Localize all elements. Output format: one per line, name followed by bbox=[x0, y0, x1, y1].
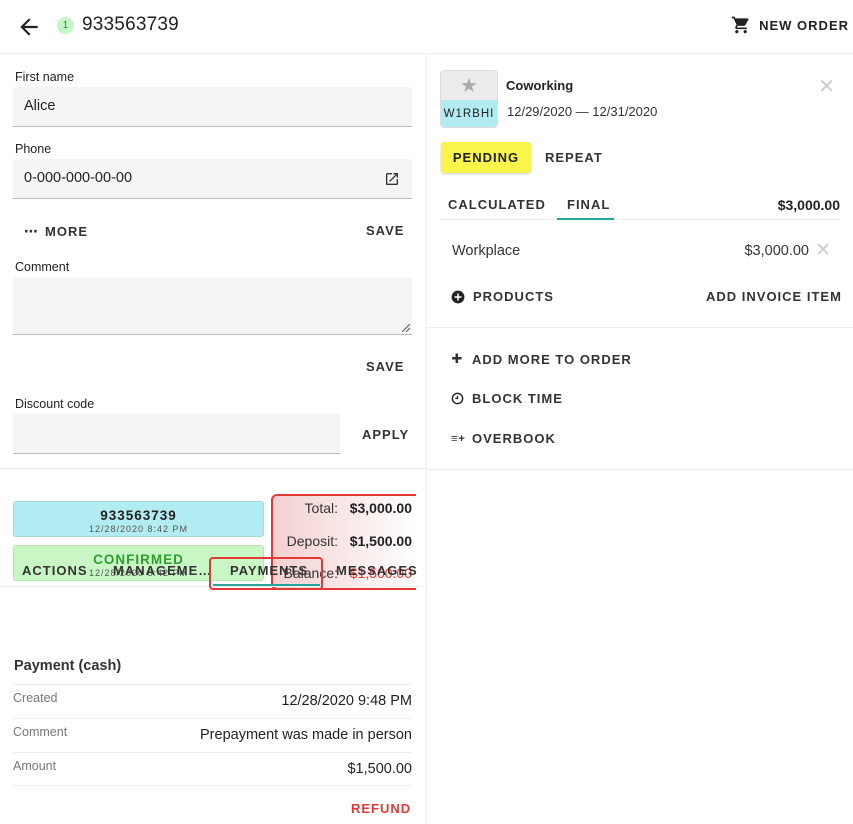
price-total: $3,000.00 bbox=[777, 197, 840, 213]
first-name-label: First name bbox=[15, 70, 75, 84]
cart-icon bbox=[731, 16, 749, 34]
payment-row-label: Created bbox=[13, 691, 58, 705]
refund-button[interactable]: REFUND bbox=[351, 801, 411, 816]
more-label: MORE bbox=[45, 224, 88, 239]
deposit-value: $1,500.00 bbox=[349, 533, 412, 549]
resize-handle-icon[interactable] bbox=[402, 324, 410, 332]
more-button[interactable]: ⋯ MORE bbox=[24, 223, 88, 240]
payment-row-value: 12/28/2020 9:48 PM bbox=[281, 693, 412, 709]
service-thumbnail[interactable]: ★ W1RBHI bbox=[440, 70, 498, 128]
divider bbox=[427, 327, 853, 328]
discount-code-field[interactable] bbox=[13, 414, 340, 454]
total-value: $3,000.00 bbox=[349, 500, 412, 516]
comment-label: Comment bbox=[15, 260, 70, 274]
tab-calculated[interactable]: CALCULATED bbox=[448, 197, 546, 212]
service-code: W1RBHI bbox=[441, 100, 497, 127]
total-label: Total: bbox=[304, 500, 338, 516]
add-more-to-order-button[interactable]: ✚ ADD MORE TO ORDER bbox=[451, 351, 632, 367]
save-button[interactable]: SAVE bbox=[366, 223, 404, 238]
action-label: ADD MORE TO ORDER bbox=[472, 351, 632, 367]
divider bbox=[427, 469, 853, 470]
pending-status-button[interactable]: PENDING bbox=[441, 142, 531, 173]
tab-messages[interactable]: MESSAGES bbox=[336, 563, 418, 578]
action-label: BLOCK TIME bbox=[472, 391, 563, 406]
comment-field[interactable] bbox=[13, 277, 412, 335]
products-label: PRODUCTS bbox=[473, 289, 554, 304]
line-item-name: Workplace bbox=[452, 243, 521, 259]
order-date-text: 12/28/2020 8:42 PM bbox=[88, 524, 189, 534]
order-count-badge: 1 bbox=[57, 17, 74, 34]
tab-highlight-outline bbox=[209, 557, 323, 590]
star-icon: ★ bbox=[441, 71, 497, 100]
plus-circle-icon bbox=[451, 290, 465, 303]
deposit-label: Deposit: bbox=[286, 533, 338, 549]
payment-title: Payment (cash) bbox=[14, 658, 122, 674]
payment-row-value: $1,500.00 bbox=[347, 761, 412, 777]
price-tabs: CALCULATED FINAL $3,000.00 bbox=[440, 188, 840, 220]
block-time-button[interactable]: BLOCK TIME bbox=[451, 391, 563, 406]
order-number-text: 933563739 bbox=[100, 508, 177, 523]
phone-value: 0-000-000-00-00 bbox=[24, 170, 133, 186]
page-title: 933563739 bbox=[82, 14, 179, 35]
payment-row-value: Prepayment was made in person bbox=[200, 727, 412, 743]
tab-final[interactable]: FINAL bbox=[567, 197, 610, 212]
order-number-badge: 933563739 12/28/2020 8:42 PM bbox=[13, 501, 264, 537]
repeat-button[interactable]: REPEAT bbox=[545, 150, 603, 165]
dots-icon: ⋯ bbox=[24, 223, 39, 239]
overbook-button[interactable]: ≡+ OVERBOOK bbox=[451, 431, 556, 446]
remove-item-icon[interactable]: ✕ bbox=[815, 239, 831, 262]
payment-row-label: Amount bbox=[13, 759, 57, 773]
discount-label: Discount code bbox=[15, 397, 95, 411]
tab-management[interactable]: MANAGEME… bbox=[113, 563, 212, 578]
service-dates: 12/29/2020 — 12/31/2020 bbox=[507, 104, 658, 119]
new-order-label: NEW ORDER bbox=[759, 17, 849, 33]
payment-row-created: Created 12/28/2020 9:48 PM bbox=[13, 684, 412, 718]
deposit-row: Deposit: $1,500.00 bbox=[287, 533, 412, 549]
products-button[interactable]: PRODUCTS bbox=[451, 289, 554, 304]
plus-icon: ✚ bbox=[451, 351, 464, 366]
action-label: OVERBOOK bbox=[472, 431, 556, 446]
new-order-button[interactable]: NEW ORDER bbox=[731, 15, 849, 35]
first-name-field[interactable]: Alice bbox=[13, 87, 412, 127]
clock-icon bbox=[451, 392, 464, 405]
total-row: Total: $3,000.00 bbox=[305, 500, 412, 516]
payment-row-comment: Comment Prepayment was made in person bbox=[13, 718, 412, 752]
top-bar: 1 933563739 NEW ORDER bbox=[0, 0, 853, 54]
divider bbox=[0, 468, 427, 469]
active-price-tab-indicator bbox=[557, 218, 614, 220]
close-icon[interactable]: ✕ bbox=[818, 74, 835, 99]
phone-field[interactable]: 0-000-000-00-00 bbox=[13, 159, 412, 199]
tab-actions[interactable]: ACTIONS bbox=[22, 563, 88, 578]
comment-save-button[interactable]: SAVE bbox=[366, 359, 404, 374]
external-link-icon[interactable] bbox=[384, 171, 400, 187]
line-item-price: $3,000.00 bbox=[744, 243, 809, 259]
overbook-icon: ≡+ bbox=[451, 432, 466, 445]
arrow-left-icon[interactable] bbox=[16, 14, 42, 40]
payment-row-amount: Amount $1,500.00 bbox=[13, 752, 412, 786]
phone-label: Phone bbox=[15, 142, 52, 156]
payment-row-label: Comment bbox=[13, 725, 68, 739]
apply-button[interactable]: APPLY bbox=[362, 427, 409, 442]
service-name: Coworking bbox=[506, 78, 574, 93]
add-invoice-item-button[interactable]: ADD INVOICE ITEM bbox=[706, 289, 842, 304]
